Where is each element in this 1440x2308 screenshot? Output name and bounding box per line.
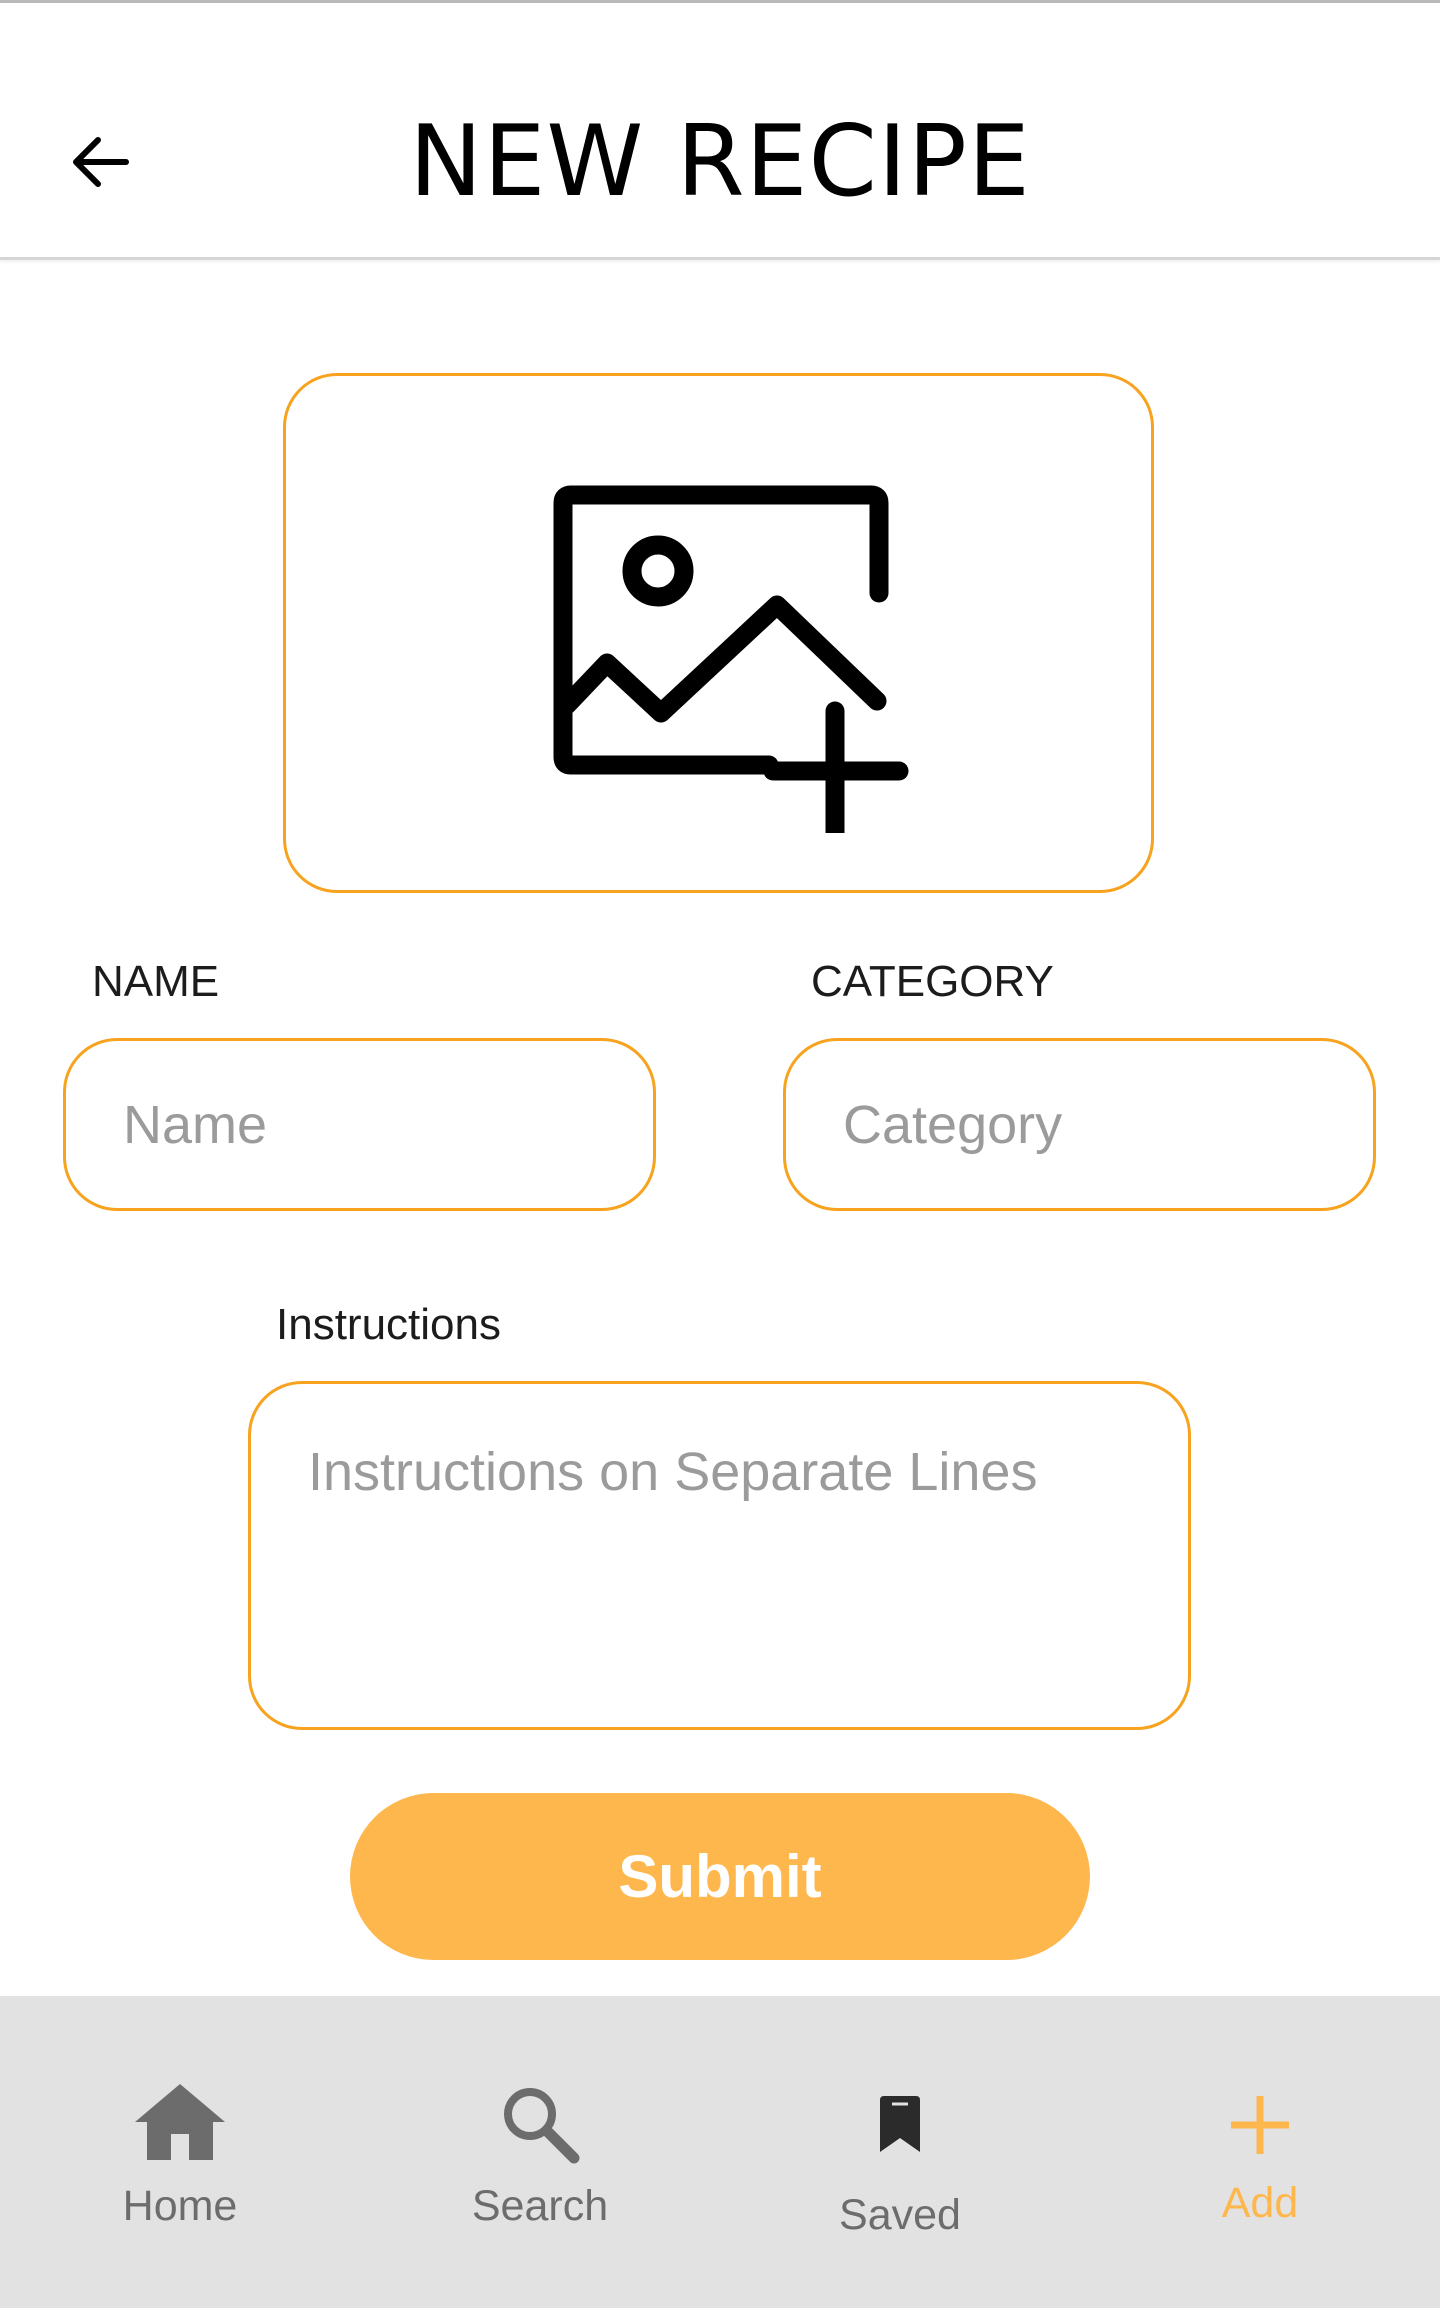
app-header: NEW RECIPE xyxy=(0,3,1440,260)
bottom-navigation: Home Search Saved Add xyxy=(0,1996,1440,2308)
nav-label-search: Search xyxy=(471,2182,609,2230)
category-label: CATEGORY xyxy=(811,957,1054,1006)
nav-label-saved: Saved xyxy=(839,2191,961,2239)
add-photo-button[interactable] xyxy=(283,373,1154,893)
instructions-label: Instructions xyxy=(276,1300,501,1349)
nav-label-home: Home xyxy=(122,2182,238,2230)
search-icon xyxy=(360,2084,720,2164)
bookmark-icon xyxy=(720,2096,1080,2152)
instructions-textarea[interactable] xyxy=(248,1381,1191,1730)
new-recipe-screen: NEW RECIPE NAME CATEGORY Instructions Su… xyxy=(0,0,1440,2308)
plus-icon xyxy=(1080,2094,1440,2156)
name-label: NAME xyxy=(92,957,220,1006)
nav-item-search[interactable]: Search xyxy=(360,1996,720,2308)
name-input[interactable] xyxy=(63,1038,656,1211)
nav-item-home[interactable]: Home xyxy=(0,1996,360,2308)
nav-item-saved[interactable]: Saved xyxy=(720,1996,1080,2308)
home-icon xyxy=(0,2084,360,2160)
category-input[interactable] xyxy=(783,1038,1376,1211)
nav-label-add: Add xyxy=(1221,2179,1299,2227)
add-photo-icon xyxy=(553,485,908,833)
nav-item-add[interactable]: Add xyxy=(1080,1996,1440,2308)
submit-button[interactable]: Submit xyxy=(350,1793,1090,1960)
page-title: NEW RECIPE xyxy=(409,105,1031,219)
